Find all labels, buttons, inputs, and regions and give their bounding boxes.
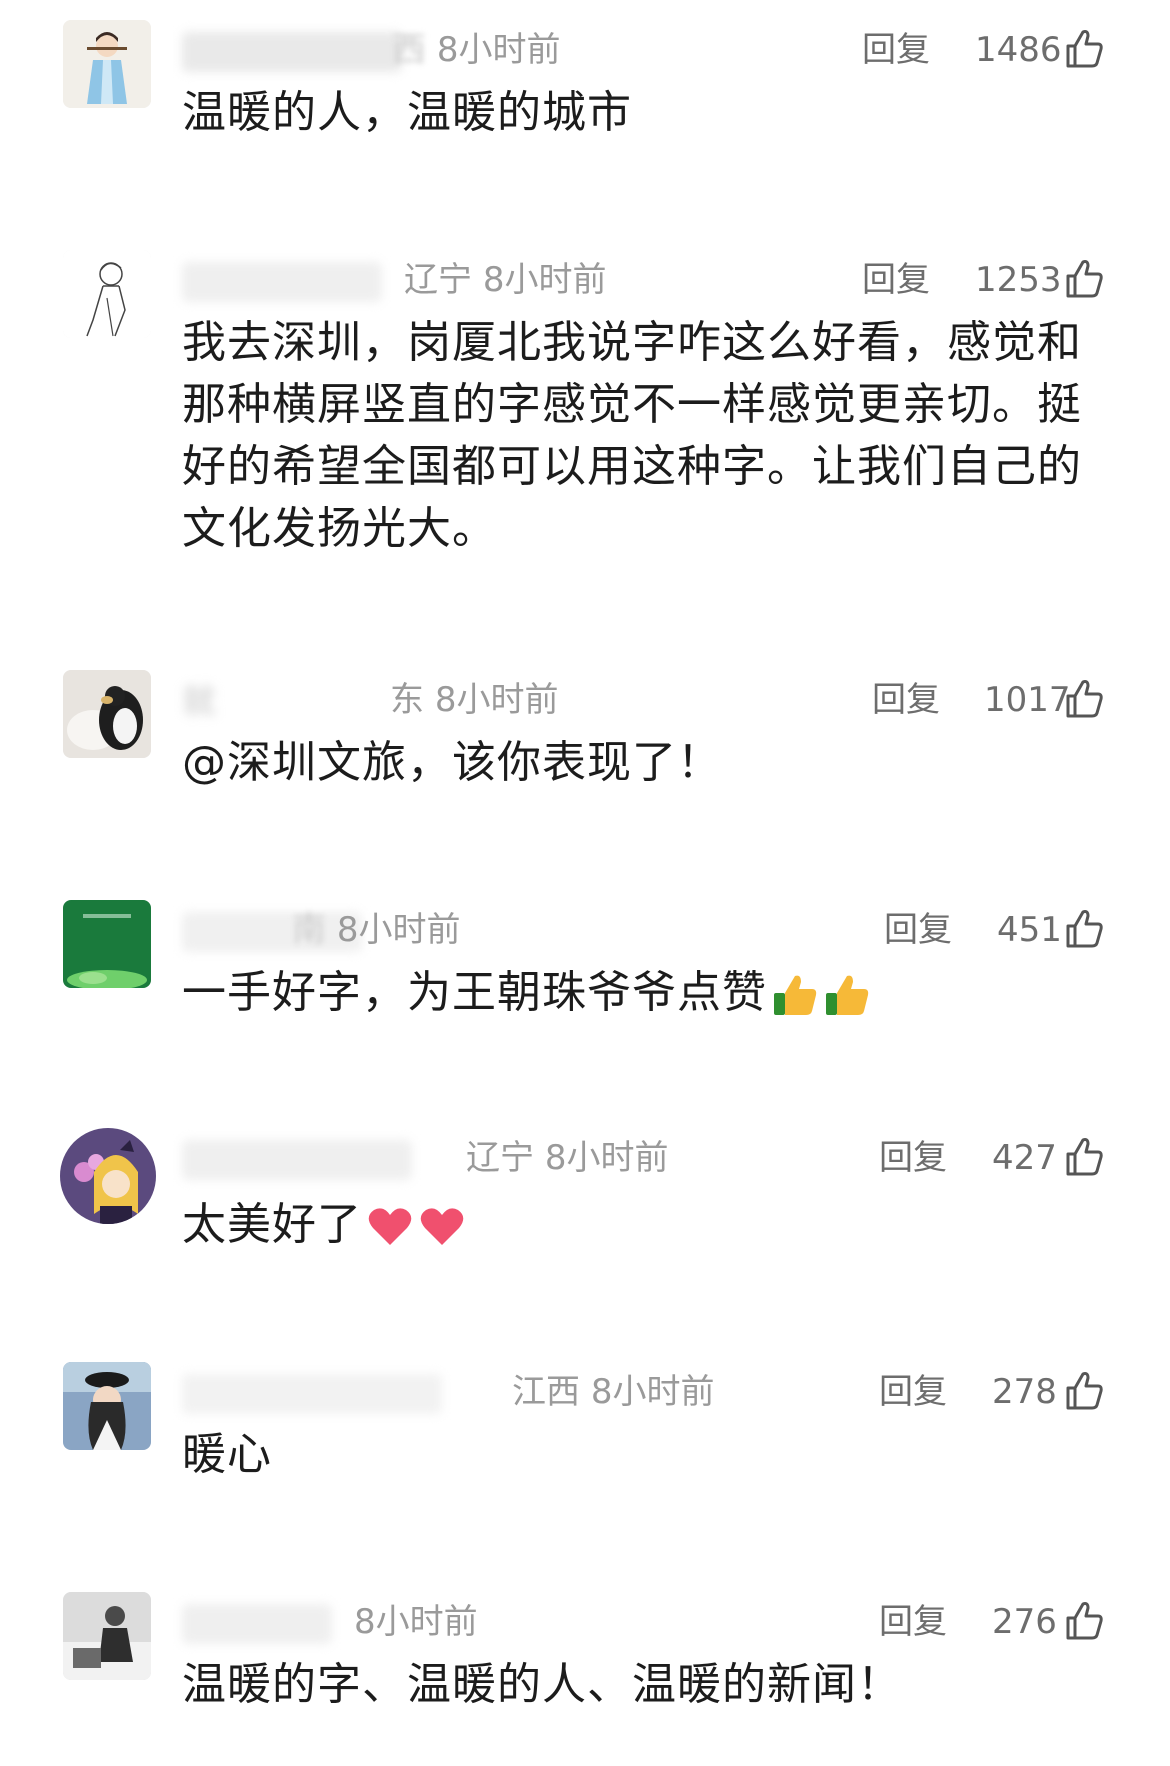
comment-text: 温暖的人，温暖的城市: [182, 87, 632, 138]
location: 南: [292, 910, 326, 950]
username[interactable]: [182, 262, 382, 302]
comment-meta: 西 8小时前 回复 1486: [182, 20, 1112, 80]
location-time: 江西 8小时前: [512, 1372, 714, 1412]
username[interactable]: [182, 1374, 442, 1414]
location: 东: [390, 680, 424, 720]
comment-text: 我去深圳，岗厦北我说字咋这么好看，感觉和那种横屏竖直的字感觉不一样感觉更亲切。挺…: [182, 317, 1082, 554]
timestamp: 8小时前: [434, 680, 559, 720]
comment-text: 太美好了: [182, 1194, 1082, 1256]
location: 辽宁: [466, 1138, 534, 1178]
comment-text: 一手好字，为王朝珠爷爷点赞: [182, 962, 1082, 1024]
avatar[interactable]: [63, 250, 151, 338]
comment-text-body: 一手好字，为王朝珠爷爷点赞: [182, 967, 767, 1018]
comment-meta: 8小时前 回复 276: [182, 1592, 1112, 1652]
timestamp: 8小时前: [482, 260, 607, 300]
timestamp: 8小时前: [354, 1602, 478, 1642]
reply-button[interactable]: 回复: [879, 1372, 947, 1412]
avatar[interactable]: [63, 670, 151, 758]
location-time: 西 8小时前: [392, 30, 560, 70]
heart-emoji: [418, 1203, 466, 1251]
like-count: 427: [992, 1138, 1057, 1178]
avatar[interactable]: [63, 1592, 151, 1680]
username[interactable]: [182, 1140, 412, 1180]
location-time: 南 8小时前: [292, 910, 460, 950]
avatar[interactable]: [63, 900, 151, 988]
username-text: 就: [182, 682, 216, 722]
reply-button[interactable]: 回复: [862, 30, 930, 70]
location-time: 辽宁 8小时前: [466, 1138, 668, 1178]
username[interactable]: 就: [182, 682, 362, 722]
location: 江西: [512, 1372, 580, 1412]
heart-emoji: [366, 1203, 414, 1251]
avatar[interactable]: [60, 1128, 156, 1224]
thumbs-up-icon[interactable]: [1064, 256, 1104, 300]
thumbs-up-emoji: [823, 971, 871, 1019]
location-time: 8小时前: [354, 1602, 478, 1642]
thumbs-up-icon[interactable]: [1064, 1134, 1104, 1178]
reply-button[interactable]: 回复: [862, 260, 930, 300]
like-count: 1253: [975, 260, 1062, 300]
thumbs-up-icon[interactable]: [1064, 676, 1104, 720]
comment-text: 温暖的字、温暖的人、温暖的新闻！: [182, 1659, 902, 1710]
comment-meta: 辽宁 8小时前 回复 1253: [182, 250, 1112, 310]
comment-meta: 江西 8小时前 回复 278: [182, 1362, 1112, 1422]
comment-text: 暖心: [182, 1429, 272, 1480]
like-count: 1017: [984, 680, 1071, 720]
like-count: 1486: [975, 30, 1062, 70]
comment-meta: 南 8小时前 回复 451: [182, 900, 1112, 960]
avatar[interactable]: [63, 20, 151, 108]
thumbs-up-emoji: [771, 971, 819, 1019]
location-time: 辽宁 8小时前: [404, 260, 606, 300]
thumbs-up-icon[interactable]: [1064, 26, 1104, 70]
like-count: 278: [992, 1372, 1057, 1412]
thumbs-up-icon[interactable]: [1064, 1598, 1104, 1642]
comment-meta: 辽宁 8小时前 回复 427: [182, 1128, 1112, 1188]
comment-text: @深圳文旅，该你表现了！: [182, 737, 722, 788]
comment-text-body: 太美好了: [182, 1199, 362, 1250]
like-count: 451: [997, 910, 1062, 950]
location-time: 东 8小时前: [390, 680, 558, 720]
thumbs-up-icon[interactable]: [1064, 906, 1104, 950]
comment-list: 西 8小时前 回复 1486 温暖的人，温暖的城市 辽宁 8小时前 回复 125…: [0, 0, 1170, 1766]
timestamp: 8小时前: [436, 30, 561, 70]
reply-button[interactable]: 回复: [879, 1602, 947, 1642]
reply-button[interactable]: 回复: [879, 1138, 947, 1178]
like-count: 276: [992, 1602, 1057, 1642]
timestamp: 8小时前: [590, 1372, 715, 1412]
timestamp: 8小时前: [544, 1138, 669, 1178]
reply-button[interactable]: 回复: [872, 680, 940, 720]
username[interactable]: [182, 32, 402, 72]
comment-meta: 就 东 8小时前 回复 1017: [182, 670, 1112, 730]
thumbs-up-icon[interactable]: [1064, 1368, 1104, 1412]
location: 辽宁: [404, 260, 472, 300]
timestamp: 8小时前: [336, 910, 461, 950]
reply-button[interactable]: 回复: [884, 910, 952, 950]
avatar[interactable]: [63, 1362, 151, 1450]
location: 西: [392, 30, 426, 70]
username[interactable]: [182, 1604, 332, 1644]
